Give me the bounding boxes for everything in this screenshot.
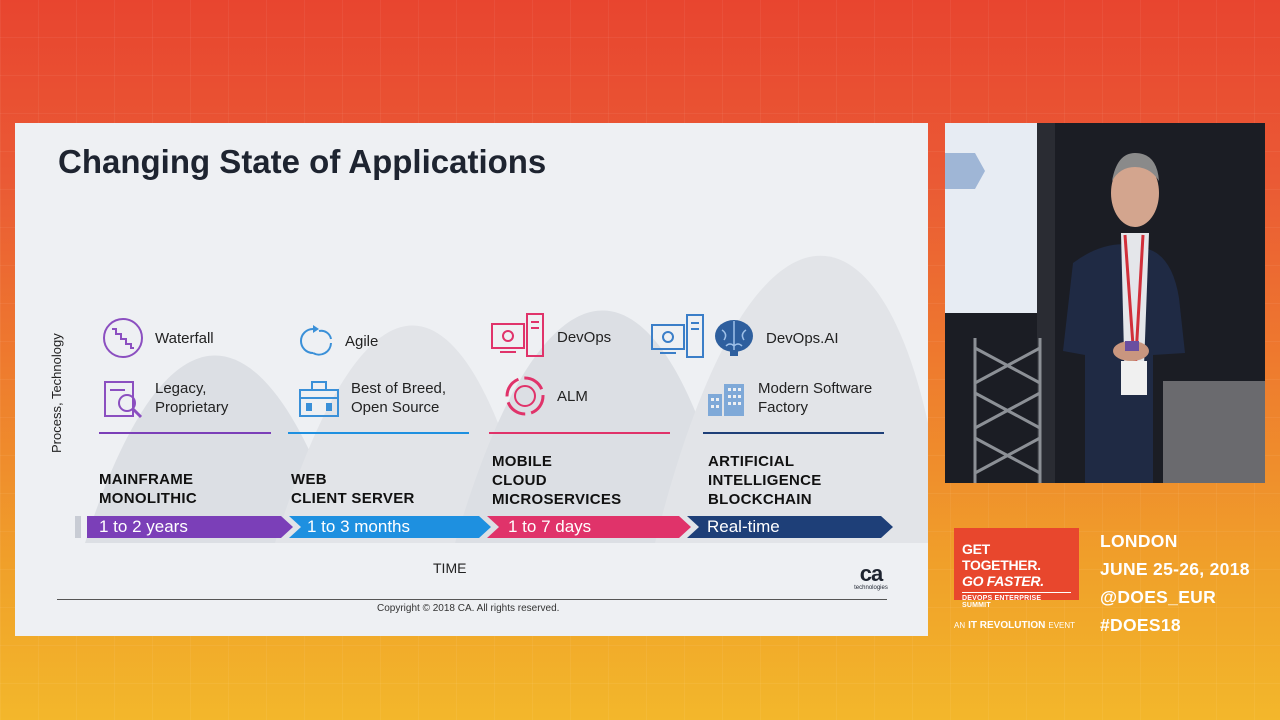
slide-title: Changing State of Applications [58, 143, 547, 180]
speaker-video [945, 123, 1265, 483]
alm-cycle-icon [503, 374, 547, 418]
item-modern-software-factory: Modern Software Factory [704, 376, 888, 420]
item-devops-ai: DevOps.AI [712, 316, 839, 360]
duration-label-4: Real-time [707, 517, 780, 536]
era-label-1: MAINFRAME MONOLITHIC [99, 471, 197, 507]
duration-label-3: 1 to 7 days [508, 517, 592, 536]
item-label: Legacy, Proprietary [155, 380, 229, 416]
duration-label-2: 1 to 3 months [307, 517, 411, 536]
it-revolution-logo: AN IT REVOLUTION EVENT [954, 620, 1076, 631]
item-label: Agile [345, 332, 379, 350]
copyright-text: Copyright © 2018 CA. All rights reserved… [377, 603, 560, 614]
item-label: DevOps [557, 328, 612, 346]
factory-icon [704, 376, 748, 420]
duration-label-1: 1 to 2 years [99, 517, 188, 536]
event-hashtag: #DOES18 [1100, 615, 1181, 635]
item-alm: ALM [503, 374, 588, 418]
toolbox-icon [297, 376, 341, 420]
item-label: Modern Software Factory [758, 380, 873, 416]
item-legacy: Legacy, Proprietary [101, 376, 275, 420]
item-waterfall: Waterfall [101, 316, 214, 360]
agile-cycle-icon [291, 319, 335, 363]
ca-logo: ca technologies [854, 561, 888, 592]
item-label: ALM [557, 387, 588, 405]
waterfall-icon [101, 316, 145, 360]
era-label-4: ARTIFICIAL INTELLIGENCE BLOCKCHAIN [708, 453, 822, 508]
event-info: LONDON JUNE 25-26, 2018 @DOES_EUR #DOES1… [1100, 527, 1250, 639]
item-label: Best of Breed, Open Source [351, 380, 447, 416]
column-divider-4 [703, 432, 884, 434]
event-dates: JUNE 25-26, 2018 [1100, 559, 1250, 579]
brain-icon [712, 316, 756, 360]
item-label: Waterfall [155, 329, 214, 347]
column-divider-1 [99, 432, 271, 434]
item-agile: Agile [291, 319, 378, 363]
does-logo: GET TOGETHER. GO FASTER. DEVOPS ENTERPRI… [954, 528, 1079, 609]
event-city: LONDON [1100, 531, 1178, 551]
devops-computer-icon [491, 312, 547, 362]
timeline: 1 to 2 years 1 to 3 months 1 to 7 days R… [75, 512, 895, 542]
footer-divider [57, 599, 887, 600]
presentation-slide: Changing State of Applications Process, … [15, 123, 928, 636]
devops-computer-icon [651, 313, 707, 363]
era-label-3: MOBILE CLOUD MICROSERVICES [492, 453, 622, 508]
era-label-2: WEB CLIENT SERVER [291, 471, 415, 507]
x-axis-label: TIME [433, 560, 467, 576]
column-divider-3 [489, 432, 670, 434]
event-handle: @DOES_EUR [1100, 587, 1217, 607]
item-devops: DevOps [491, 312, 611, 362]
speaker-video-frame [945, 123, 1265, 483]
item-best-of-breed: Best of Breed, Open Source [297, 376, 461, 420]
item-label: DevOps.AI [766, 329, 839, 347]
legacy-icon [101, 376, 145, 420]
y-axis-label: Process, Technology [49, 333, 64, 453]
column-divider-2 [288, 432, 469, 434]
